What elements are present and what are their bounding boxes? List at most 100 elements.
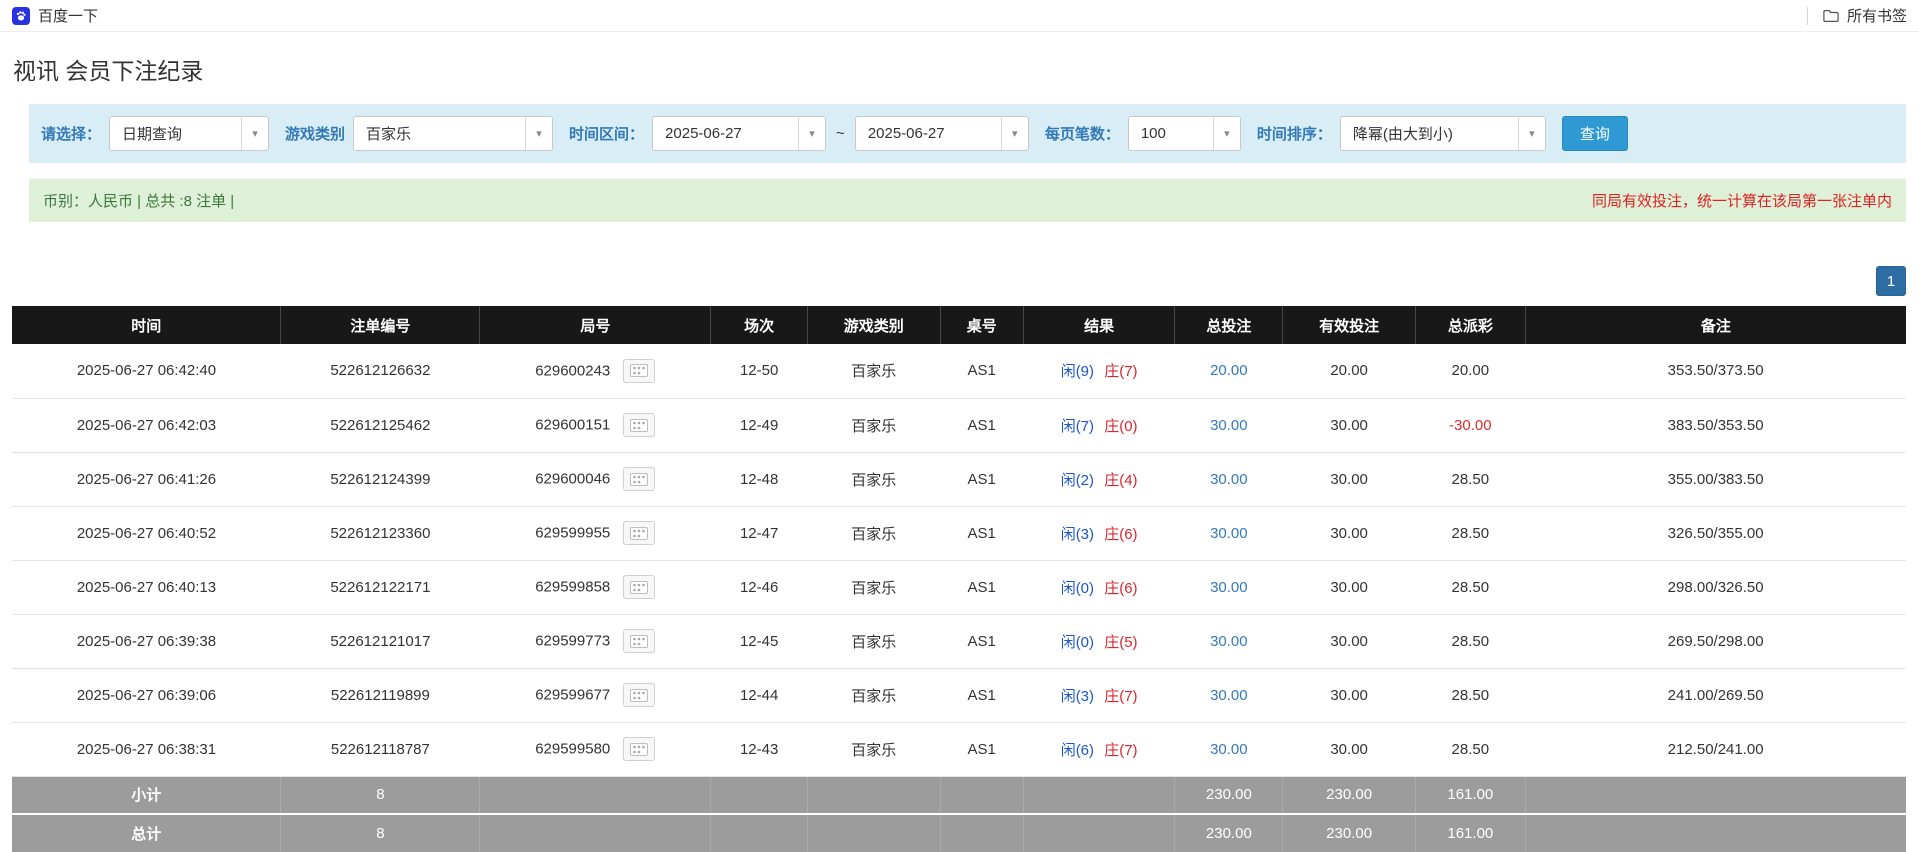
- round-id: 629599858: [535, 578, 611, 596]
- header-result: 结果: [1023, 306, 1176, 344]
- round-cell: 629600243: [479, 344, 711, 399]
- table-row: 2025-06-27 06:41:26 522612124399 6296000…: [12, 452, 1906, 507]
- roadmap-icon: [630, 418, 649, 432]
- table-no-cell: AS1: [940, 452, 1024, 507]
- time-cell: 2025-06-27 06:42:03: [12, 398, 281, 453]
- total-bet-link[interactable]: 30.00: [1210, 471, 1248, 488]
- chevron-down-icon[interactable]: ▾: [1212, 117, 1240, 150]
- select-label: 请选择：: [41, 126, 102, 143]
- total-bet-cell: 20.00: [1174, 344, 1283, 399]
- game-type-cell: 百家乐: [807, 668, 941, 723]
- total-total-bet: 230.00: [1174, 813, 1284, 852]
- banker-result: 庄(6): [1104, 525, 1138, 543]
- roadmap-icon-button[interactable]: [623, 358, 656, 383]
- all-bookmarks-label: 所有书签: [1846, 8, 1907, 25]
- game-type-combo[interactable]: 百家乐 ▾: [353, 116, 554, 151]
- session-cell: 12-45: [710, 614, 808, 669]
- round-cell: 629600046: [479, 452, 711, 507]
- payout-cell: 28.50: [1415, 560, 1526, 615]
- header-time: 时间: [12, 306, 282, 344]
- roadmap-icon-button[interactable]: [623, 413, 656, 437]
- subtotal-valid-bet: 230.00: [1282, 776, 1416, 814]
- table-row: 2025-06-27 06:40:13 522612122171 6295998…: [12, 560, 1906, 615]
- table-row: 2025-06-27 06:42:40 522612126632 6296002…: [12, 344, 1906, 399]
- total-bet-link[interactable]: 30.00: [1210, 417, 1248, 434]
- player-result: 闲(3): [1060, 687, 1095, 705]
- roadmap-icon: [630, 742, 649, 756]
- table-no-cell: AS1: [940, 668, 1024, 723]
- player-result: 闲(0): [1060, 579, 1095, 597]
- total-bet-link[interactable]: 30.00: [1210, 741, 1248, 758]
- roadmap-icon-button[interactable]: [623, 683, 656, 707]
- roadmap-icon-button[interactable]: [623, 521, 656, 545]
- session-cell: 12-48: [710, 452, 808, 507]
- result-cell: 闲(3) 庄(7): [1023, 668, 1175, 723]
- total-empty: [479, 813, 712, 852]
- payout-cell: 28.50: [1415, 668, 1526, 723]
- session-cell: 12-43: [710, 722, 808, 777]
- time-cell: 2025-06-27 06:41:26: [12, 452, 281, 507]
- table-row: 2025-06-27 06:39:06 522612119899 6295996…: [12, 668, 1906, 723]
- roadmap-icon-button[interactable]: [623, 467, 656, 491]
- page-button-1[interactable]: 1: [1876, 266, 1906, 296]
- chevron-down-icon[interactable]: ▾: [798, 117, 826, 150]
- subtotal-empty: [940, 776, 1024, 814]
- browser-bookmarks-bar: 百度一下 所有书签: [0, 0, 1919, 32]
- time-cell: 2025-06-27 06:38:31: [12, 722, 281, 777]
- page-size-combo[interactable]: 100 ▾: [1127, 116, 1241, 151]
- query-type-combo[interactable]: 日期查询 ▾: [109, 116, 270, 151]
- total-bet-link[interactable]: 30.00: [1210, 687, 1248, 704]
- game-type-value: 百家乐: [366, 126, 412, 143]
- note-cell: 212.50/241.00: [1525, 722, 1906, 777]
- chevron-down-icon[interactable]: ▾: [525, 117, 553, 150]
- total-empty: [1023, 813, 1176, 852]
- chevron-down-icon[interactable]: ▾: [241, 117, 269, 150]
- page-size-value: 100: [1140, 125, 1166, 142]
- total-bet-link[interactable]: 30.00: [1210, 525, 1248, 542]
- total-bet-link[interactable]: 30.00: [1210, 633, 1248, 650]
- round-cell: 629599955: [479, 506, 711, 561]
- subtotal-empty: [807, 776, 941, 814]
- bet-id-cell: 522612121017: [280, 614, 480, 669]
- payout-cell: 28.50: [1415, 506, 1526, 561]
- player-result: 闲(3): [1060, 525, 1095, 543]
- total-row: 总计 8 230.00 230.00 161.00: [12, 813, 1906, 852]
- valid-bet-cell: 30.00: [1282, 506, 1416, 561]
- all-bookmarks-button[interactable]: 所有书签: [1822, 5, 1907, 26]
- note-cell: 298.00/326.50: [1525, 560, 1906, 615]
- chevron-down-icon[interactable]: ▾: [1000, 117, 1028, 150]
- total-bet-link[interactable]: 20.00: [1210, 362, 1248, 379]
- sort-combo[interactable]: 降幂(由大到小) ▾: [1339, 116, 1546, 151]
- round-id: 629599955: [535, 524, 611, 542]
- filter-bar: 请选择： 日期查询 ▾ 游戏类别 百家乐 ▾ 时间区间： 2025-06-27 …: [29, 104, 1906, 163]
- roadmap-icon-button[interactable]: [623, 575, 656, 599]
- time-cell: 2025-06-27 06:39:06: [12, 668, 281, 723]
- valid-bet-cell: 30.00: [1282, 668, 1416, 723]
- bookmark-baidu[interactable]: 百度一下: [12, 5, 98, 26]
- roadmap-icon: [630, 580, 649, 594]
- roadmap-icon-button[interactable]: [623, 737, 656, 761]
- sort-value: 降幂(由大到小): [1352, 126, 1453, 143]
- date-to-combo[interactable]: 2025-06-27 ▾: [854, 116, 1029, 151]
- date-from-combo[interactable]: 2025-06-27 ▾: [652, 116, 827, 151]
- bet-id-cell: 522612119899: [280, 668, 480, 723]
- bet-id-cell: 522612125462: [280, 398, 480, 453]
- total-bet-link[interactable]: 30.00: [1210, 579, 1248, 596]
- query-type-value: 日期查询: [122, 126, 183, 143]
- search-button[interactable]: 查询: [1561, 116, 1628, 151]
- valid-bet-cell: 30.00: [1282, 398, 1416, 453]
- payout-cell: 28.50: [1415, 614, 1526, 669]
- header-game-type: 游戏类别: [807, 306, 941, 344]
- table-row: 2025-06-27 06:39:38 522612121017 6295997…: [12, 614, 1906, 669]
- note-cell: 355.00/383.50: [1525, 452, 1906, 507]
- baidu-favicon: [12, 6, 30, 25]
- valid-bet-cell: 30.00: [1282, 722, 1416, 777]
- roadmap-icon-button[interactable]: [623, 629, 656, 653]
- total-bet-cell: 30.00: [1174, 452, 1283, 507]
- payout-cell: 28.50: [1415, 722, 1526, 777]
- round-cell: 629600151: [479, 398, 711, 453]
- table-row: 2025-06-27 06:40:52 522612123360 6295999…: [12, 506, 1906, 561]
- chevron-down-icon[interactable]: ▾: [1517, 117, 1545, 150]
- game-type-cell: 百家乐: [807, 452, 941, 507]
- banker-result: 庄(7): [1104, 741, 1138, 759]
